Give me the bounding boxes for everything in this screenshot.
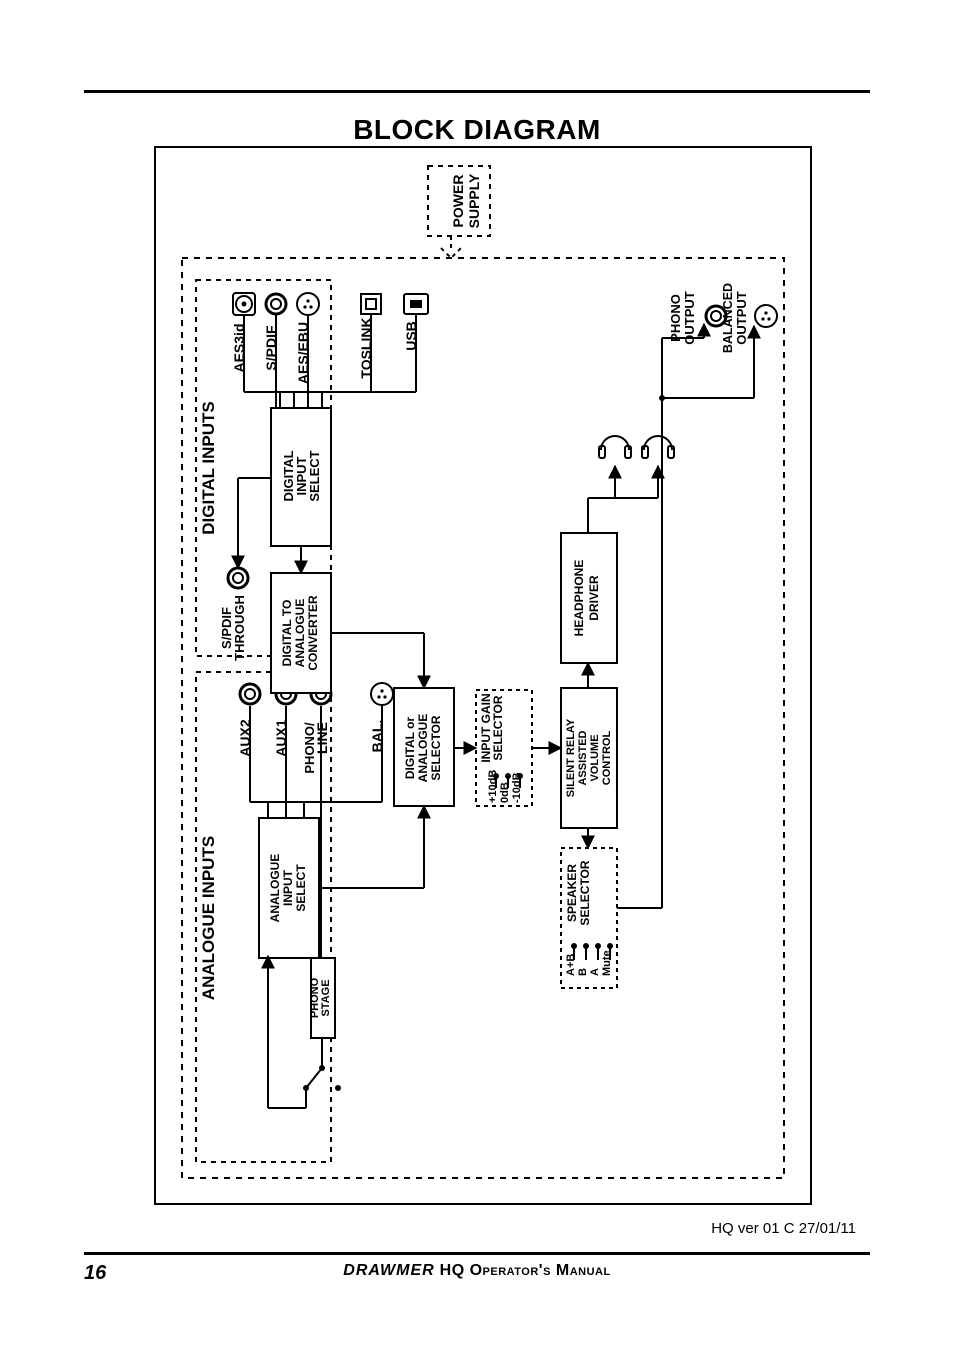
svg-text:DIGITAL TO: DIGITAL TO (280, 600, 294, 667)
svg-text:0dB: 0dB (499, 782, 511, 803)
svg-text:SELECT: SELECT (294, 864, 308, 912)
footer-manual-text: HQ Operator's Manual (435, 1262, 611, 1279)
page-title: BLOCK DIAGRAM (0, 114, 954, 146)
svg-text:POWER: POWER (450, 175, 466, 228)
svg-text:STAGE: STAGE (320, 979, 332, 1016)
svg-text:SELECTOR: SELECTOR (429, 715, 443, 780)
rule-bottom (84, 1252, 870, 1255)
svg-text:CONVERTER: CONVERTER (306, 595, 320, 671)
svg-text:SPEAKER: SPEAKER (565, 864, 579, 922)
svg-text:ANALOGUE INPUTS: ANALOGUE INPUTS (199, 836, 218, 1000)
svg-text:OUTPUT: OUTPUT (682, 291, 697, 345)
svg-text:ANALOGUE: ANALOGUE (293, 599, 307, 668)
svg-text:DIGITAL INPUTS: DIGITAL INPUTS (199, 401, 218, 535)
svg-text:A: A (589, 968, 601, 976)
rule-top (84, 90, 870, 93)
svg-text:VOLUME: VOLUME (589, 734, 601, 781)
svg-text:INPUT: INPUT (281, 869, 295, 906)
svg-text:OUTPUT: OUTPUT (734, 291, 749, 345)
block-diagram-svg: POWER SUPPLY DIGITAL INPUTS AES3id S/PDI… (156, 148, 810, 1203)
svg-text:Mute: Mute (601, 950, 613, 976)
svg-text:-10dB: -10dB (511, 772, 523, 803)
svg-text:ANALOGUE: ANALOGUE (416, 714, 430, 783)
svg-text:SUPPLY: SUPPLY (466, 173, 482, 228)
footer-manual: DRAWMER HQ Operator's Manual (0, 1262, 954, 1280)
diagram-frame: POWER SUPPLY DIGITAL INPUTS AES3id S/PDI… (154, 146, 812, 1205)
svg-text:DRIVER: DRIVER (587, 575, 601, 621)
svg-text:HEADPHONE: HEADPHONE (572, 560, 586, 637)
footer-brand: DRAWMER (343, 1262, 434, 1279)
svg-text:DIGITAL or: DIGITAL or (403, 717, 417, 780)
svg-text:SELECT: SELECT (307, 450, 322, 501)
svg-text:SELECTOR: SELECTOR (578, 860, 592, 925)
svg-text:B: B (577, 968, 589, 976)
svg-text:A+B: A+B (565, 954, 577, 976)
svg-text:ANALOGUE: ANALOGUE (268, 854, 282, 923)
svg-text:ASSISTED: ASSISTED (577, 730, 589, 785)
svg-text:CONTROL: CONTROL (601, 731, 613, 786)
svg-text:SELECTOR: SELECTOR (491, 695, 505, 760)
svg-text:PHONO: PHONO (668, 294, 683, 342)
svg-text:BALANCED: BALANCED (721, 283, 735, 353)
svg-text:+10dB: +10dB (487, 770, 499, 803)
svg-text:SILENT RELAY: SILENT RELAY (565, 718, 577, 797)
svg-text:THROUGH: THROUGH (232, 595, 247, 661)
footer-version: HQ ver 01 C 27/01/11 (711, 1220, 856, 1237)
